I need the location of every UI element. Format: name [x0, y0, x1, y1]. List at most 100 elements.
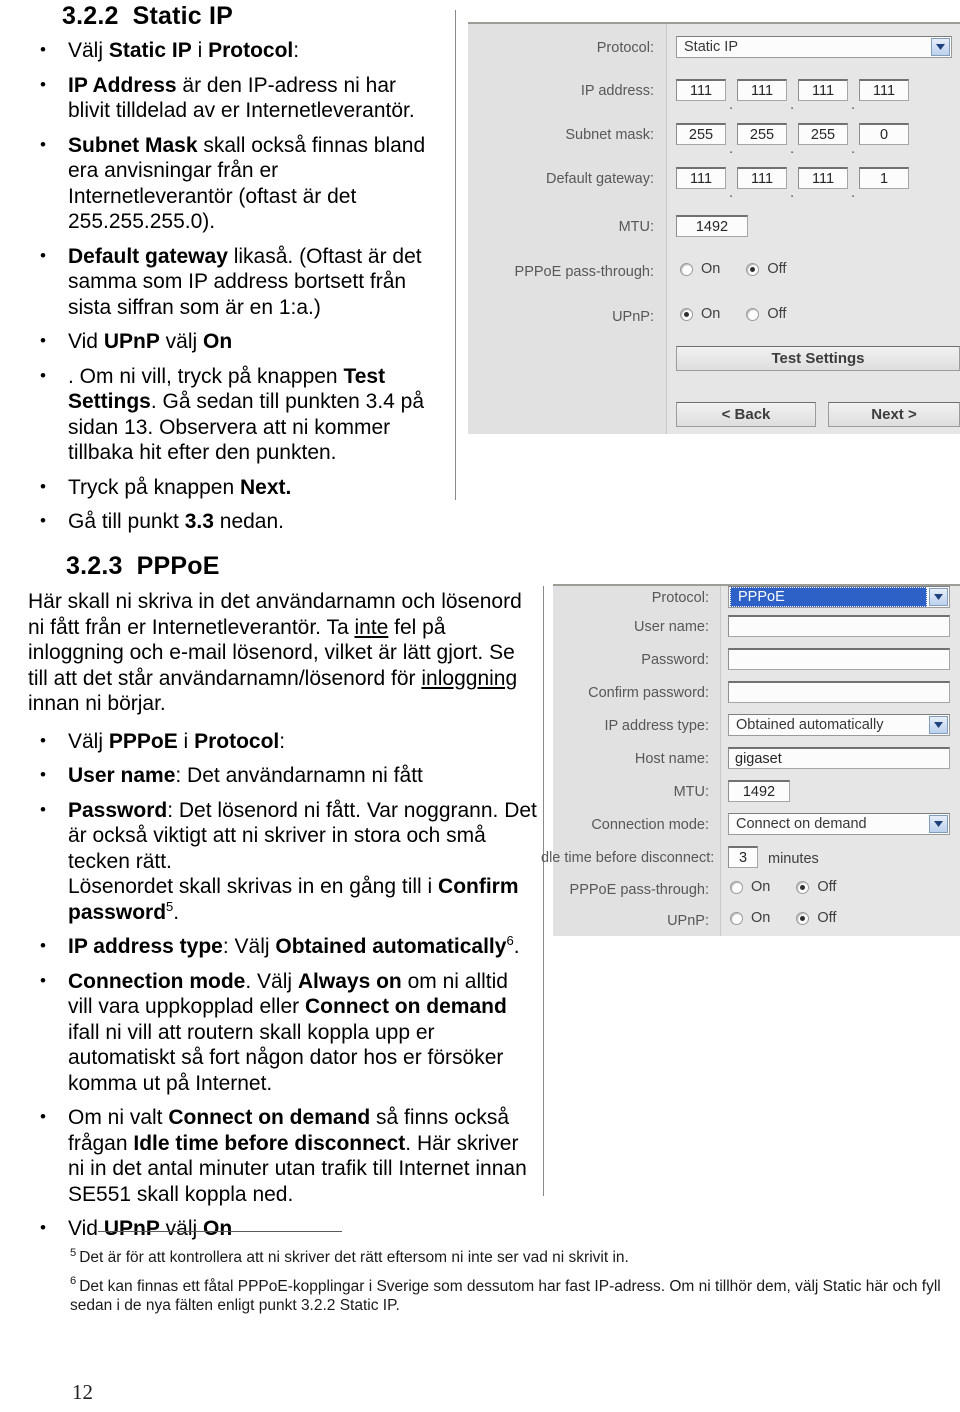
ip-address-octet-2[interactable]: 111 [737, 79, 787, 101]
upnp-off-label: Off [817, 910, 837, 926]
label-default-gateway: Default gateway: [545, 171, 654, 187]
upnp-off-label: Off [767, 306, 787, 322]
pppoe-passthrough-radio-on[interactable]: On [680, 261, 720, 277]
upnp-radio-off[interactable]: Off [746, 306, 786, 322]
default-gateway-octet-4[interactable]: 1 [859, 167, 909, 189]
section-3-2-3: 3.2.3 PPPoE Här skall ni skriva in det an… [28, 552, 538, 1251]
mtu-input[interactable]: 1492 [728, 780, 790, 802]
gateway-dot-2: . [790, 184, 795, 201]
label-protocol: Protocol: [651, 590, 709, 606]
idle-time-unit-label: minutes [768, 851, 819, 867]
ip-address-type-value: Obtained automatically [736, 717, 884, 733]
label-upnp: UPnP: [667, 913, 709, 929]
footnote-5-text: Det är för att kontrollera att ni skrive… [79, 1249, 629, 1266]
pppoe-passthrough-radio-off[interactable]: Off [796, 879, 836, 895]
upnp-radio-group[interactable]: On Off [680, 306, 812, 322]
chevron-down-icon[interactable] [929, 815, 948, 833]
label-idle-time-before-disconnect: dle time before disconnect: [541, 850, 715, 866]
upnp-on-label: On [751, 910, 771, 926]
password-input[interactable] [728, 648, 950, 670]
protocol-select[interactable]: Static IP [676, 36, 952, 58]
ip-address-octet-3[interactable]: 111 [798, 79, 848, 101]
subnet-mask-octet-2[interactable]: 255 [737, 123, 787, 145]
radio-knob-icon [746, 307, 760, 321]
subnet-dot-1: . [729, 140, 734, 157]
pppoe-passthrough-off-label: Off [767, 261, 787, 277]
section-3-2-3-bullet-list: Välj PPPoE i Protocol: User name: Det an… [28, 728, 538, 1242]
screenshot-static-ip-wizard: Protocol: Static IP IP address: 111 . 11… [468, 22, 960, 434]
gateway-dot-3: . [851, 184, 856, 201]
mtu-input[interactable]: 1492 [676, 215, 748, 237]
footnote-6-text: Det kan finnas ett fåtal PPPoE-kopplinga… [70, 1277, 941, 1315]
subnet-dot-2: . [790, 140, 795, 157]
gateway-dot-1: . [729, 184, 734, 201]
pppoe-passthrough-radio-group[interactable]: On Off [680, 261, 812, 277]
radio-knob-icon [796, 880, 810, 894]
ip-dot-2: . [790, 96, 795, 113]
bullet-test-settings: . Om ni vill, tryck på knappen Test Sett… [28, 363, 428, 466]
upnp-radio-off[interactable]: Off [796, 910, 836, 926]
bullet-subnet-mask: Subnet Mask skall också finnas bland era… [28, 132, 428, 235]
heading-number: 3.2.3 [66, 552, 123, 580]
section-3-2-2: 3.2.2 Static IP Välj Static IP i Protocol… [28, 2, 428, 544]
ip-dot-1: . [729, 96, 734, 113]
bullet-valj-pppoe: Välj PPPoE i Protocol: [28, 728, 538, 755]
label-user-name: User name: [634, 619, 709, 635]
pppoe-passthrough-on-label: On [751, 879, 771, 895]
next-button[interactable]: Next > [828, 402, 960, 427]
protocol-select[interactable]: PPPoE [728, 586, 950, 608]
upnp-on-label: On [701, 306, 721, 322]
default-gateway-octet-3[interactable]: 111 [798, 167, 848, 189]
page-number: 12 [72, 1380, 93, 1404]
default-gateway-octet-2[interactable]: 111 [737, 167, 787, 189]
label-protocol: Protocol: [596, 40, 654, 56]
idle-time-input[interactable]: 3 [728, 846, 758, 868]
subnet-mask-octet-3[interactable]: 255 [798, 123, 848, 145]
back-button[interactable]: < Back [676, 402, 816, 427]
upnp-radio-on[interactable]: On [680, 306, 720, 322]
pppoe-passthrough-radio-group[interactable]: On Off [730, 879, 862, 895]
label-subnet-mask: Subnet mask: [565, 127, 654, 143]
user-name-input[interactable] [728, 615, 950, 637]
label-pppoe-passthrough: PPPoE pass-through: [514, 264, 654, 280]
footnote-5-marker: 5 [70, 1246, 77, 1259]
pppoe-passthrough-radio-off[interactable]: Off [746, 261, 786, 277]
chevron-down-icon[interactable] [931, 38, 950, 56]
pppoe-passthrough-off-label: Off [817, 879, 837, 895]
screenshot-pppoe-wizard: Protocol: PPPoE User name: Password: Con… [541, 584, 960, 936]
section-3-2-2-bullet-list: Välj Static IP i Protocol: IP Address är… [28, 37, 428, 535]
ip-address-octet-4[interactable]: 111 [859, 79, 909, 101]
ip-address-octet-1[interactable]: 111 [676, 79, 726, 101]
footnote-area: 5 Det är för att kontrollera att ni skriv… [70, 1246, 950, 1325]
chevron-down-icon[interactable] [929, 716, 948, 734]
heading-title: Static IP [132, 2, 234, 30]
bullet-goto-3-3: Gå till punkt 3.3 nedan. [28, 508, 428, 535]
document-page: 3.2.2 Static IP Välj Static IP i Protocol… [0, 0, 960, 1412]
bullet-next: Tryck på knappen Next. [28, 474, 428, 501]
pppoe-passthrough-radio-on[interactable]: On [730, 879, 770, 895]
bullet-connection-mode: Connection mode. Välj Always on om ni al… [28, 968, 538, 1097]
connection-mode-select[interactable]: Connect on demand [728, 813, 950, 835]
subnet-mask-octet-4[interactable]: 0 [859, 123, 909, 145]
section-3-2-2-heading: 3.2.2 Static IP [62, 2, 428, 31]
label-host-name: Host name: [634, 751, 709, 767]
confirm-password-input[interactable] [728, 681, 950, 703]
subnet-mask-octet-1[interactable]: 255 [676, 123, 726, 145]
ip-address-type-select[interactable]: Obtained automatically [728, 714, 950, 736]
radio-knob-icon [730, 911, 743, 925]
host-name-input[interactable]: gigaset [728, 747, 950, 769]
protocol-select-value: PPPoE [730, 587, 927, 607]
upnp-radio-on[interactable]: On [730, 910, 770, 926]
label-confirm-password: Confirm password: [588, 685, 709, 701]
test-settings-button[interactable]: Test Settings [676, 346, 960, 371]
default-gateway-octet-1[interactable]: 111 [676, 167, 726, 189]
bullet-password: Password: Det lösenord ni fått. Var nogg… [28, 797, 538, 926]
bullet-default-gateway: Default gateway likaså. (Oftast är det s… [28, 243, 428, 321]
bullet-idle-time: Om ni valt Connect on demand så finns oc… [28, 1104, 538, 1207]
ip-dot-3: . [851, 96, 856, 113]
label-connection-mode: Connection mode: [591, 817, 709, 833]
upnp-radio-group[interactable]: On Off [730, 910, 862, 926]
label-upnp: UPnP: [612, 309, 654, 325]
chevron-down-icon[interactable] [929, 588, 948, 606]
radio-knob-icon [680, 262, 693, 276]
